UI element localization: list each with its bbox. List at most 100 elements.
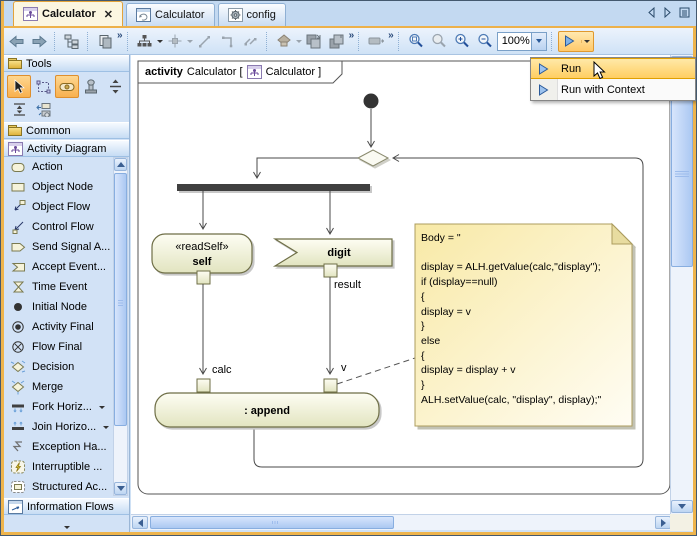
menu-item-label: Run with Context <box>561 84 645 96</box>
palette-item-fork-horizontal[interactable]: Fork Horiz... <box>4 397 129 417</box>
swimlane-button[interactable] <box>273 31 295 52</box>
zoom-level-combobox[interactable]: 100% <box>497 32 547 51</box>
palette-item-control-flow[interactable]: Control Flow <box>4 217 129 237</box>
palette-item-accept-event[interactable]: Accept Event... <box>4 257 129 277</box>
scroll-tabs-right-icon[interactable] <box>663 7 672 18</box>
menu-item-run[interactable]: Run <box>531 58 695 79</box>
palette-item-decision[interactable]: Decision <box>4 357 129 377</box>
palette-more-sections[interactable] <box>4 526 129 529</box>
toolbar-overflow-icon[interactable]: » <box>349 30 355 41</box>
diagram-palette: Tools <box>4 55 130 532</box>
marquee-icon <box>36 80 51 94</box>
palette-item-join-horizontal[interactable]: Join Horizo... <box>4 417 129 437</box>
bring-forward-button[interactable] <box>326 31 348 52</box>
zoom-in-button[interactable] <box>451 31 473 52</box>
resize-button[interactable] <box>365 31 387 52</box>
link-tool-button[interactable] <box>55 75 79 98</box>
back-button[interactable] <box>5 31 27 52</box>
tab-close-icon[interactable]: ✕ <box>104 8 113 21</box>
compress-vertical-tool-button[interactable] <box>103 75 127 98</box>
canvas-hscrollbar-thumb[interactable] <box>150 516 394 529</box>
scroll-tabs-left-icon[interactable] <box>647 7 656 18</box>
palette-section-information-flows[interactable]: Information Flows <box>4 498 129 515</box>
fit-in-window-button[interactable] <box>405 31 427 52</box>
frame-diagram-name: Calculator ] <box>266 66 322 78</box>
palette-scroll-up-button[interactable] <box>114 158 127 171</box>
oblique-path-button[interactable] <box>194 31 216 52</box>
chevron-down-icon[interactable] <box>99 406 105 409</box>
zoom-selection-button[interactable] <box>428 31 450 52</box>
center-element-button[interactable] <box>164 31 186 52</box>
stamp-tool-button[interactable] <box>79 75 103 98</box>
marquee-select-tool-button[interactable] <box>31 75 55 98</box>
send-backward-button[interactable] <box>303 31 325 52</box>
palette-item-action[interactable]: Action <box>4 157 129 177</box>
canvas-scroll-right-button[interactable] <box>655 516 671 529</box>
canvas-horizontal-scrollbar[interactable] <box>131 514 672 530</box>
zoom-dropdown-button[interactable] <box>531 33 546 50</box>
palette-item-interruptible-region[interactable]: Interruptible ... <box>4 457 129 477</box>
tab-calculator-simulation[interactable]: Calculator <box>126 3 215 26</box>
palette-item-structured-activity[interactable]: Structured Ac... <box>4 477 129 497</box>
canvas-vertical-scrollbar[interactable] <box>670 55 693 514</box>
palette-item-initial-node[interactable]: Initial Node <box>4 297 129 317</box>
refactor-tool-button[interactable] <box>31 98 55 121</box>
rectilinear-path-button[interactable] <box>217 31 239 52</box>
tab-config[interactable]: config <box>218 3 286 26</box>
pin-v[interactable] <box>324 379 337 392</box>
toolbar-overflow-icon[interactable]: » <box>388 30 394 41</box>
copy-button[interactable] <box>94 31 116 52</box>
layout-dropdown-icon[interactable] <box>157 40 163 43</box>
palette-item-time-event[interactable]: Time Event <box>4 277 129 297</box>
toolbar-separator <box>54 32 57 51</box>
expand-vertical-tool-button[interactable] <box>7 98 31 121</box>
chevron-down-icon[interactable] <box>103 426 109 429</box>
frame-keyword: activity <box>145 66 183 78</box>
palette-item-merge[interactable]: Merge <box>4 377 129 397</box>
run-play-icon <box>538 84 549 96</box>
canvas-scroll-down-button[interactable] <box>671 500 693 513</box>
run-play-icon <box>564 35 575 47</box>
palette-item-exception-handler[interactable]: Exception Ha... <box>4 437 129 457</box>
pin-calc[interactable] <box>197 379 210 392</box>
diagram-canvas[interactable]: «readSelf» self digit result : append ca… <box>131 55 672 514</box>
bezier-path-button[interactable] <box>240 31 262 52</box>
palette-section-activity-diagram[interactable]: Activity Diagram <box>4 140 129 157</box>
swimlane-dropdown-icon[interactable] <box>296 40 302 43</box>
window-border-right <box>693 28 696 535</box>
toolbar-overflow-icon[interactable]: » <box>117 30 123 41</box>
palette-section-common[interactable]: Common <box>4 122 129 139</box>
run-button[interactable] <box>559 35 581 47</box>
zoom-out-button[interactable] <box>474 31 496 52</box>
palette-scrollbar[interactable] <box>113 157 128 496</box>
palette-item-object-flow[interactable]: Object Flow <box>4 197 129 217</box>
menu-item-run-with-context[interactable]: Run with Context <box>531 79 695 100</box>
edge-decision-to-fork[interactable] <box>257 158 358 178</box>
run-menu-button[interactable] <box>581 40 593 43</box>
tab-list-icon[interactable] <box>679 7 690 18</box>
palette-section-tools[interactable]: Tools <box>4 55 129 72</box>
pin-self-result[interactable] <box>197 271 210 284</box>
forward-button[interactable] <box>28 31 50 52</box>
palette-item-send-signal[interactable]: Send Signal A... <box>4 237 129 257</box>
layout-tree-button[interactable] <box>134 31 156 52</box>
palette-item-activity-final[interactable]: Activity Final <box>4 317 129 337</box>
fork-bar[interactable] <box>177 184 370 191</box>
palette-scrollbar-thumb[interactable] <box>114 173 127 426</box>
send-backward-icon <box>306 34 322 49</box>
run-split-button[interactable] <box>558 31 594 52</box>
center-dropdown-icon[interactable] <box>187 40 193 43</box>
pin-digit-result[interactable] <box>324 264 337 277</box>
note-anchor-line[interactable] <box>337 358 415 384</box>
tab-calculator-activity[interactable]: Calculator ✕ <box>13 1 123 26</box>
initial-node[interactable] <box>364 94 379 109</box>
accept-event-icon <box>10 259 27 275</box>
canvas-scroll-left-button[interactable] <box>132 516 148 529</box>
canvas-vscrollbar-thumb[interactable] <box>671 75 693 267</box>
palette-scroll-down-button[interactable] <box>114 482 127 495</box>
decision-node[interactable] <box>358 150 388 166</box>
containment-tree-button[interactable] <box>61 31 83 52</box>
palette-item-object-node[interactable]: Object Node <box>4 177 129 197</box>
palette-item-flow-final[interactable]: Flow Final <box>4 337 129 357</box>
select-tool-button[interactable] <box>7 75 31 98</box>
